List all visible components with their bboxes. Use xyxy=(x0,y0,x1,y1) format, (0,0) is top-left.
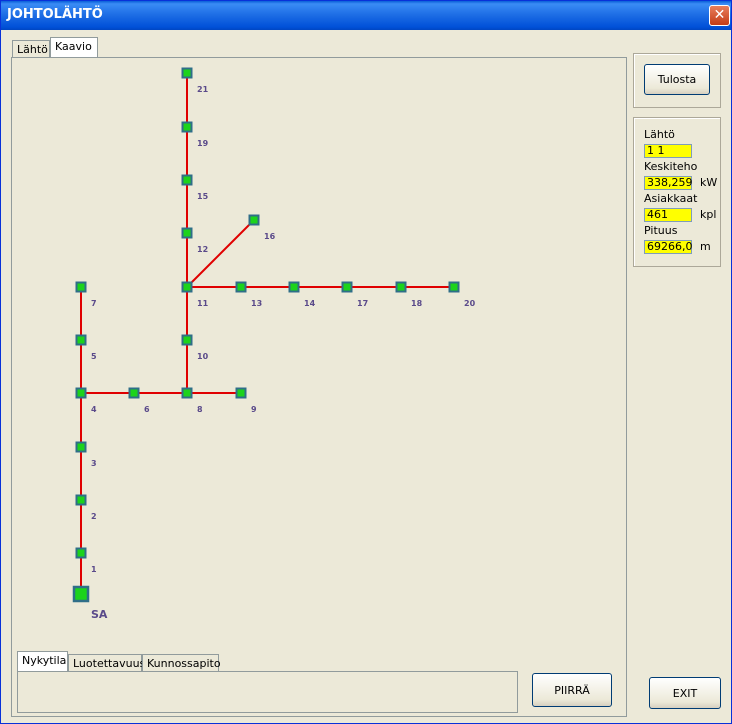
node-13[interactable] xyxy=(235,281,247,293)
node-label-10: 10 xyxy=(197,352,209,361)
node-label-8: 8 xyxy=(197,405,203,414)
diagram-panel: 21 19 15 16 12 7 11 13 14 17 18 20 5 10 4 6 8 9 3 2 1 SA Nyky… xyxy=(11,57,627,717)
draw-button[interactable]: PIIRRÄ xyxy=(532,673,612,707)
node-11[interactable] xyxy=(181,281,193,293)
node-9[interactable] xyxy=(235,387,247,399)
node-18[interactable] xyxy=(395,281,407,293)
node-label-4: 4 xyxy=(91,405,97,414)
node-label-6: 6 xyxy=(144,405,150,414)
node-15[interactable] xyxy=(181,174,193,186)
node-label-19: 19 xyxy=(197,139,209,148)
asiakkaat-field[interactable]: 461 xyxy=(644,208,692,222)
lahto-field[interactable]: 1 1 xyxy=(644,144,692,158)
network-diagram: 21191516127 11 13 14 17 18 205 104 6 8 9321SA xyxy=(72,67,476,621)
tab-lahto[interactable]: Lähtö xyxy=(12,40,50,58)
tab-kaavio[interactable]: Kaavio xyxy=(50,37,98,58)
node-5[interactable] xyxy=(75,334,87,346)
tab-nykytila[interactable]: Nykytila xyxy=(17,651,68,672)
window-title: JOHTOLÄHTÖ xyxy=(7,7,103,22)
node-label-7: 7 xyxy=(91,299,97,308)
node-19[interactable] xyxy=(181,121,193,133)
node-3[interactable] xyxy=(75,441,87,453)
node-6[interactable] xyxy=(128,387,140,399)
lahto-label: Lähtö xyxy=(644,128,675,141)
node-1[interactable] xyxy=(75,547,87,559)
bottom-tab-content xyxy=(17,671,518,713)
node-16[interactable] xyxy=(248,214,260,226)
node-label-11: 11 xyxy=(197,299,209,308)
info-group: Lähtö 1 1 Keskiteho 338,259 kW Asiakkaat… xyxy=(633,117,721,267)
node-label-15: 15 xyxy=(197,192,209,201)
keskiteho-unit: kW xyxy=(700,176,718,189)
node-21[interactable] xyxy=(181,67,193,79)
asiakkaat-unit: kpl xyxy=(700,208,717,221)
tab-kunnossapito[interactable]: Kunnossapito xyxy=(142,654,221,672)
node-10[interactable] xyxy=(181,334,193,346)
pituus-field[interactable]: 69266,0 xyxy=(644,240,693,254)
pituus-unit: m xyxy=(700,240,711,253)
node-label-12: 12 xyxy=(197,245,208,254)
close-icon[interactable]: ✕ xyxy=(709,5,730,26)
node-7[interactable] xyxy=(75,281,87,293)
johtolahto-window: JOHTOLÄHTÖ ✕ Lähtö Kaavio 21 19 15 16 12 7 11 1… xyxy=(0,0,732,724)
node-2[interactable] xyxy=(75,494,87,506)
source-node[interactable] xyxy=(72,585,90,603)
pituus-label: Pituus xyxy=(644,224,678,237)
node-17[interactable] xyxy=(341,281,353,293)
node-label-16: 16 xyxy=(264,232,276,241)
asiakkaat-label: Asiakkaat xyxy=(644,192,698,205)
print-button[interactable]: Tulosta xyxy=(644,64,710,95)
tab-luotettavuus[interactable]: Luotettavuus xyxy=(68,654,145,672)
exit-button[interactable]: EXIT xyxy=(649,677,721,709)
node-12[interactable] xyxy=(181,227,193,239)
node-20[interactable] xyxy=(448,281,460,293)
node-label-14: 14 xyxy=(304,299,316,308)
node-label-17: 17 xyxy=(357,299,368,308)
node-label-13: 13 xyxy=(251,299,262,308)
node-label-21: 21 xyxy=(197,85,209,94)
title-bar[interactable]: JOHTOLÄHTÖ ✕ xyxy=(1,1,731,30)
node-label-9: 9 xyxy=(251,405,257,414)
node-label-20: 20 xyxy=(464,299,476,308)
node-8[interactable] xyxy=(181,387,193,399)
keskiteho-field[interactable]: 338,259 xyxy=(644,176,693,190)
node-label-5: 5 xyxy=(91,352,97,361)
node-label-3: 3 xyxy=(91,459,97,468)
node-4[interactable] xyxy=(75,387,87,399)
node-14[interactable] xyxy=(288,281,300,293)
node-label-1: 1 xyxy=(91,565,97,574)
print-group: Tulosta xyxy=(633,53,721,108)
keskiteho-label: Keskiteho xyxy=(644,160,698,173)
node-label-2: 2 xyxy=(91,512,97,521)
source-label: SA xyxy=(91,608,108,621)
node-label-18: 18 xyxy=(411,299,423,308)
